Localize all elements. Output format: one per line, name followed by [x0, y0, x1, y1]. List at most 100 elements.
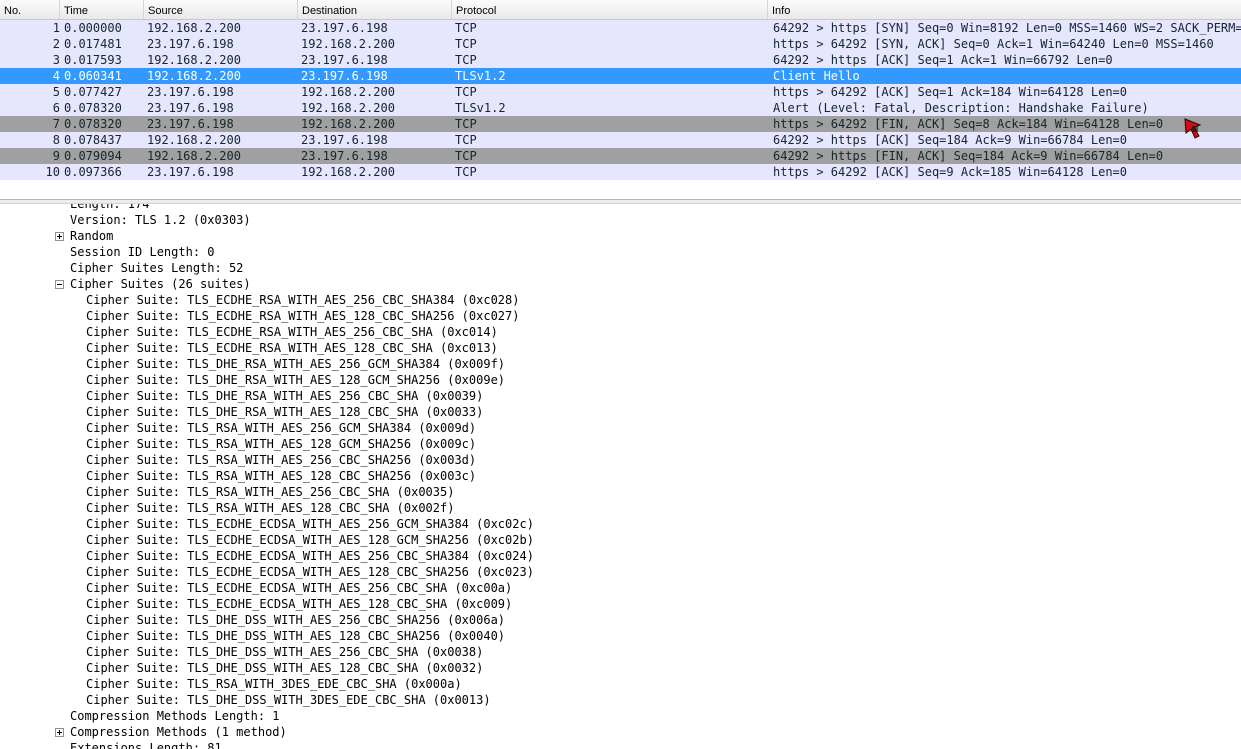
cell-no: 5	[52, 85, 60, 99]
tree-item-text: Compression Methods (1 method)	[70, 725, 287, 739]
packet-row[interactable]: 5 0.077427 23.197.6.198 192.168.2.200 TCP htt…	[0, 84, 1241, 100]
packet-row[interactable]: 1 0.000000 192.168.2.200 23.197.6.198 TCP 642…	[0, 20, 1241, 36]
cell-time: 0.000000	[64, 21, 122, 35]
cell-source: 192.168.2.200	[147, 69, 241, 83]
cell-time: 0.060341	[64, 69, 122, 83]
column-header-protocol[interactable]: Protocol	[452, 0, 768, 19]
cell-source: 192.168.2.200	[147, 133, 241, 147]
cell-no: 8	[52, 133, 60, 147]
tree-item-text: Cipher Suite: TLS_RSA_WITH_AES_256_GCM_S…	[86, 421, 477, 435]
cell-protocol: TCP	[455, 53, 477, 67]
cell-destination: 23.197.6.198	[301, 21, 388, 35]
tree-item-text: Cipher Suite: TLS_ECDHE_RSA_WITH_AES_128…	[86, 341, 498, 355]
cell-protocol: TCP	[455, 37, 477, 51]
tree-item-text: Cipher Suite: TLS_ECDHE_ECDSA_WITH_AES_1…	[86, 533, 534, 547]
cell-info: https > 64292 [ACK] Seq=1 Ack=184 Win=64…	[773, 85, 1128, 99]
packet-row[interactable]: 8 0.078437 192.168.2.200 23.197.6.198 TCP 642…	[0, 132, 1241, 148]
tree-item-text: Cipher Suite: TLS_ECDHE_ECDSA_WITH_AES_2…	[86, 581, 513, 595]
tree-item-text: Cipher Suite: TLS_DHE_DSS_WITH_AES_256_C…	[86, 645, 484, 659]
tree-item-text: Cipher Suites Length: 52	[70, 261, 244, 275]
tree-item-text: Cipher Suite: TLS_DHE_RSA_WITH_AES_128_G…	[86, 373, 506, 387]
packet-row[interactable]: 9 0.079094 192.168.2.200 23.197.6.198 TCP 642…	[0, 148, 1241, 164]
packet-row[interactable]: 7 0.078320 23.197.6.198 192.168.2.200 TCP htt…	[0, 116, 1241, 132]
tree-item-text: Cipher Suite: TLS_RSA_WITH_AES_256_CBC_S…	[86, 453, 477, 467]
tree-item-text: Cipher Suites (26 suites)	[70, 277, 251, 291]
cell-source: 192.168.2.200	[147, 53, 241, 67]
cell-no: 4	[52, 69, 60, 83]
tree-item-text: Cipher Suite: TLS_RSA_WITH_3DES_EDE_CBC_…	[86, 677, 462, 691]
column-header-row: No. Time Source Destination Protocol Inf…	[0, 0, 1241, 20]
cell-destination: 192.168.2.200	[301, 101, 395, 115]
tree-item-text: Cipher Suite: TLS_RSA_WITH_AES_128_GCM_S…	[86, 437, 477, 451]
mouse-cursor-icon	[1184, 118, 1202, 139]
tree-item-text: Cipher Suite: TLS_DHE_RSA_WITH_AES_256_G…	[86, 357, 506, 371]
cell-destination: 23.197.6.198	[301, 53, 388, 67]
column-header-source[interactable]: Source	[144, 0, 298, 19]
cell-source: 23.197.6.198	[147, 85, 234, 99]
cell-no: 3	[52, 53, 60, 67]
packet-details-pane[interactable]: Length: 174 Version: TLS 1.2 (0x0303) Rand…	[0, 204, 1241, 749]
cell-no: 10	[45, 165, 60, 179]
packet-row[interactable]: 2 0.017481 23.197.6.198 192.168.2.200 TCP htt…	[0, 36, 1241, 52]
cell-info: 64292 > https [SYN] Seq=0 Win=8192 Len=0…	[773, 21, 1241, 35]
packet-row[interactable]: 4 0.060341 192.168.2.200 23.197.6.198 TLSv1.…	[0, 68, 1241, 84]
cell-time: 0.077427	[64, 85, 122, 99]
tree-item-text: Cipher Suite: TLS_RSA_WITH_AES_256_CBC_S…	[86, 485, 455, 499]
expand-icon[interactable]	[55, 232, 64, 241]
cell-source: 192.168.2.200	[147, 21, 241, 35]
cell-source: 23.197.6.198	[147, 165, 234, 179]
cell-no: 9	[52, 149, 60, 163]
expand-icon[interactable]	[55, 728, 64, 737]
cell-info: Client Hello	[773, 69, 860, 83]
tree-item-text: Cipher Suite: TLS_ECDHE_ECDSA_WITH_AES_1…	[86, 565, 534, 579]
cell-info: 64292 > https [ACK] Seq=184 Ack=9 Win=66…	[773, 133, 1128, 147]
cell-destination: 23.197.6.198	[301, 149, 388, 163]
cell-protocol: TCP	[455, 85, 477, 99]
tree-item-text: Session ID Length: 0	[70, 245, 215, 259]
tree-item-text: Cipher Suite: TLS_DHE_DSS_WITH_3DES_EDE_…	[86, 693, 491, 707]
cell-destination: 192.168.2.200	[301, 165, 395, 179]
cell-time: 0.078320	[64, 117, 122, 131]
cell-no: 1	[52, 21, 60, 35]
cell-info: 64292 > https [FIN, ACK] Seq=184 Ack=9 W…	[773, 149, 1164, 163]
tree-item-text: Cipher Suite: TLS_RSA_WITH_AES_128_CBC_S…	[86, 501, 455, 515]
cell-source: 23.197.6.198	[147, 37, 234, 51]
cell-source: 23.197.6.198	[147, 101, 234, 115]
tree-item-text: Cipher Suite: TLS_RSA_WITH_AES_128_CBC_S…	[86, 469, 477, 483]
cell-protocol: TCP	[455, 149, 477, 163]
collapse-icon[interactable]	[55, 280, 64, 289]
cell-destination: 23.197.6.198	[301, 69, 388, 83]
cell-protocol: TLSv1.2	[455, 101, 506, 115]
column-header-info[interactable]: Info	[768, 0, 1241, 19]
cell-destination: 192.168.2.200	[301, 117, 395, 131]
cell-time: 0.079094	[64, 149, 122, 163]
packet-list[interactable]: No. Time Source Destination Protocol Inf…	[0, 0, 1241, 200]
cell-time: 0.097366	[64, 165, 122, 179]
tree-item-text: Cipher Suite: TLS_DHE_RSA_WITH_AES_256_C…	[86, 389, 484, 403]
packet-row[interactable]: 6 0.078320 23.197.6.198 192.168.2.200 TLSv1.…	[0, 100, 1241, 116]
cell-protocol: TLSv1.2	[455, 69, 506, 83]
packet-row[interactable]: 10 0.097366 23.197.6.198 192.168.2.200 TCP ht…	[0, 164, 1241, 180]
tree-item-text: Cipher Suite: TLS_ECDHE_RSA_WITH_AES_128…	[86, 309, 520, 323]
tree-item-text: Cipher Suite: TLS_ECDHE_ECDSA_WITH_AES_1…	[86, 597, 513, 611]
cell-time: 0.078437	[64, 133, 122, 147]
tree-item-text: Cipher Suite: TLS_ECDHE_RSA_WITH_AES_256…	[86, 325, 498, 339]
tree-item-text: Compression Methods Length: 1	[70, 709, 280, 723]
cell-no: 7	[52, 117, 60, 131]
cell-info: https > 64292 [SYN, ACK] Seq=0 Ack=1 Win…	[773, 37, 1214, 51]
tree-item-text: Cipher Suite: TLS_DHE_RSA_WITH_AES_128_C…	[86, 405, 484, 419]
tree-item-text: Version: TLS 1.2 (0x0303)	[70, 213, 251, 227]
packet-rows: 1 0.000000 192.168.2.200 23.197.6.198 TCP 642…	[0, 20, 1241, 180]
cell-info: https > 64292 [ACK] Seq=9 Ack=185 Win=64…	[773, 165, 1128, 179]
tree-item-text: Cipher Suite: TLS_DHE_DSS_WITH_AES_256_C…	[86, 613, 506, 627]
cell-protocol: TCP	[455, 21, 477, 35]
packet-row[interactable]: 3 0.017593 192.168.2.200 23.197.6.198 TCP 642…	[0, 52, 1241, 68]
column-header-time[interactable]: Time	[60, 0, 144, 19]
cell-info: 64292 > https [ACK] Seq=1 Ack=1 Win=6679…	[773, 53, 1113, 67]
cell-protocol: TCP	[455, 133, 477, 147]
column-header-no[interactable]: No.	[0, 0, 60, 19]
tree-item-text: Random	[70, 229, 114, 243]
column-header-destination[interactable]: Destination	[298, 0, 452, 19]
cell-destination: 192.168.2.200	[301, 37, 395, 51]
cell-protocol: TCP	[455, 117, 477, 131]
